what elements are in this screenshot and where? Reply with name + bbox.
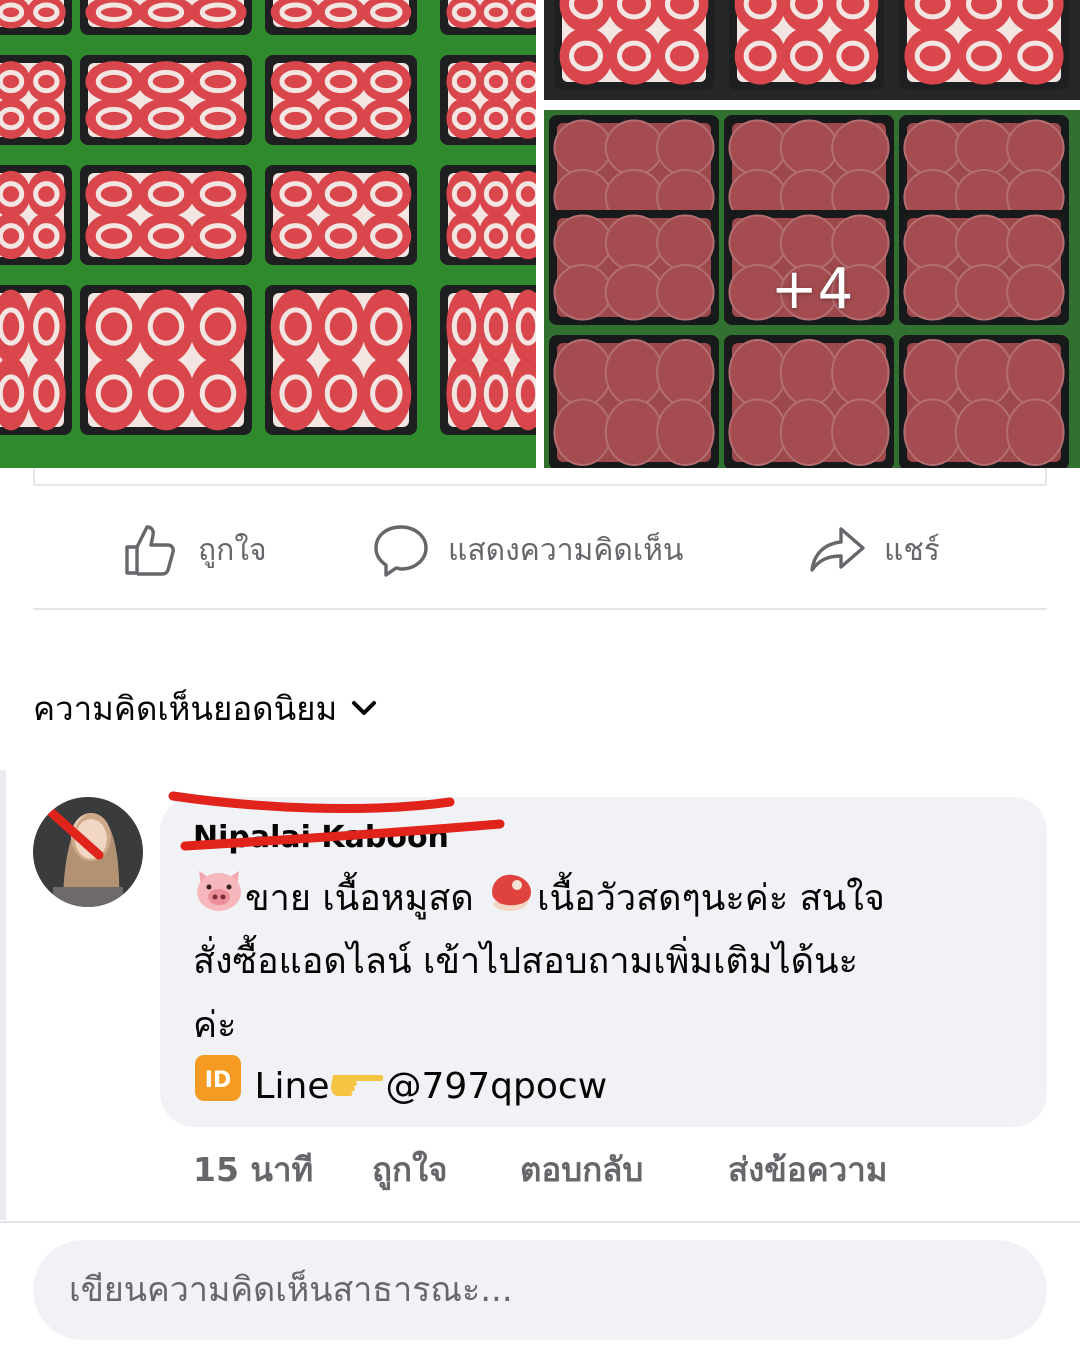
svg-text:ID: ID [205,1068,231,1093]
post-photo-3[interactable]: +4 [544,110,1080,468]
comment-input[interactable] [67,1269,1047,1311]
comment-action-button[interactable]: แสดงความคิดเห็น [372,515,683,585]
meat-cut-icon [485,867,537,933]
share-action-button[interactable]: แชร์ [808,515,940,585]
comment-sort-label: ความคิดเห็นยอดนิยม [33,689,338,728]
comment-text-1b: เนื้อวัวสดๆนะค่ะ สนใจ [537,878,885,919]
thumbs-up-icon [125,525,175,576]
comment-line-1: ขาย เนื้อหมูสด เนื้อวัวสดๆนะค่ะ สนใจ [193,867,1023,933]
post-photo-2[interactable] [544,0,1080,100]
speech-bubble-icon [374,525,428,577]
photo-frame-line [33,468,1047,486]
post-photo-1[interactable] [0,0,536,468]
line-label: Line [243,1066,330,1107]
pointing-hand-icon [329,1057,385,1119]
composer-divider [0,1221,1080,1223]
like-action-button[interactable]: ถูกใจ [122,515,267,585]
comment-line-3: ค่ะ [193,1005,237,1046]
pig-face-icon [193,867,245,933]
pork-trays-image [0,0,536,468]
more-photos-count: +4 [770,256,854,322]
comment-line-2: สั่งซื้อแอดไลน์ เข้าไปสอบถามเพิ่มเติมได้… [193,941,858,982]
line-id[interactable]: @797qpocw [385,1066,607,1107]
comment-composer[interactable] [33,1240,1047,1340]
like-label: ถูกใจ [198,532,267,568]
chevron-down-icon [352,700,377,715]
pork-rolls-image [544,0,1080,100]
share-label: แชร์ [884,532,940,568]
comment-reply-button[interactable]: ตอบกลับ [520,1143,643,1196]
comment-sort-dropdown[interactable]: ความคิดเห็นยอดนิยม [33,682,377,735]
author-name-scribble [168,791,505,851]
comment-text-1a: ขาย เนื้อหมูสด [245,878,486,919]
share-arrow-icon [810,527,865,572]
id-badge-icon: ID [193,1053,243,1123]
comment-like-button[interactable]: ถูกใจ [372,1143,447,1196]
comment-label: แสดงความคิดเห็น [448,532,684,568]
comment-line-4: ID Line @797qpocw [193,1053,1023,1123]
comment-timestamp[interactable]: 15 นาที [193,1143,313,1196]
avatar-scribble [38,800,104,860]
thread-highlight-bar [0,770,6,1220]
comment-message-button[interactable]: ส่งข้อความ [728,1143,888,1196]
actions-divider [33,608,1047,610]
commenter-avatar[interactable] [33,797,143,907]
